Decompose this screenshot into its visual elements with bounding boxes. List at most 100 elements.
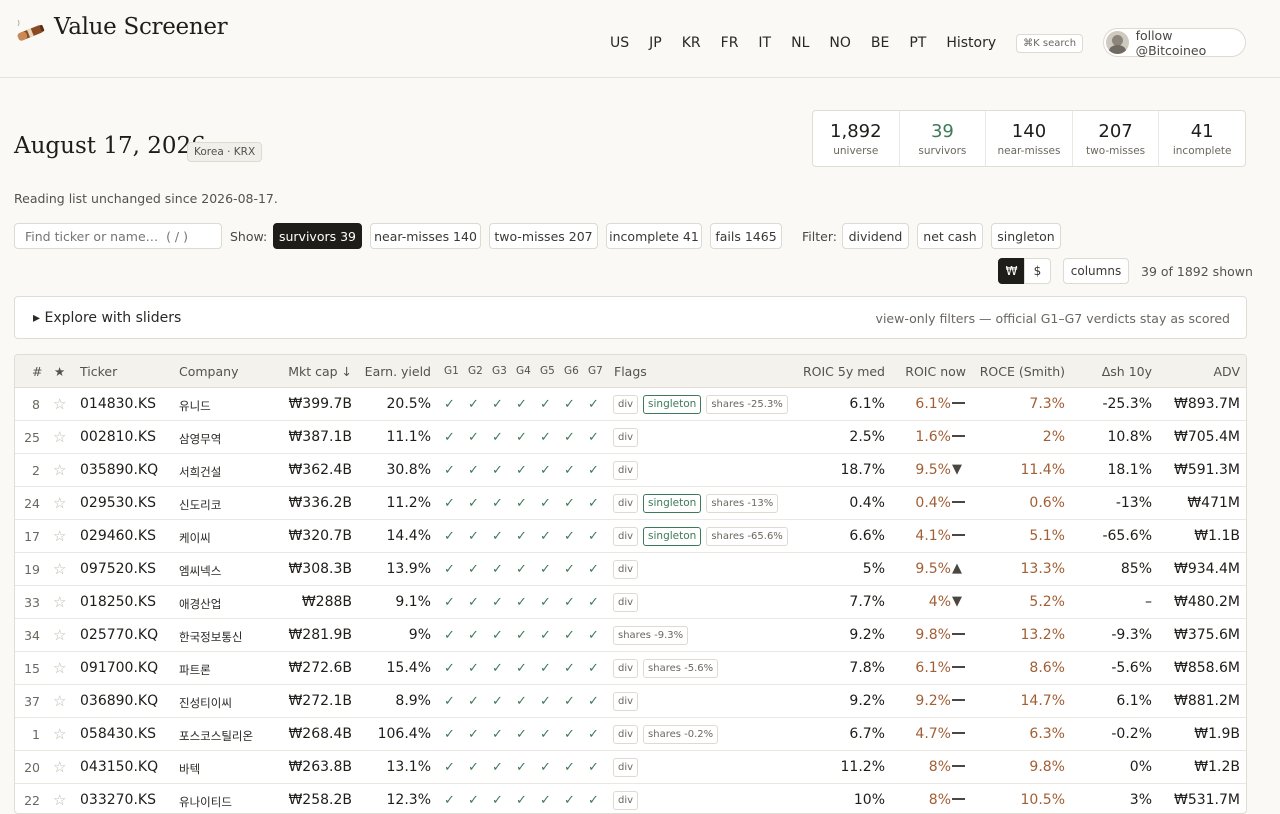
follow-button[interactable]: follow @Bitcoineo: [1103, 28, 1246, 58]
nav-be[interactable]: BE: [871, 35, 889, 51]
star-icon[interactable]: ☆: [53, 692, 66, 710]
col-g6[interactable]: G6: [564, 365, 579, 377]
filter-net-cash-chip[interactable]: net cash: [917, 223, 983, 249]
earn-yield-cell: 11.2%: [386, 495, 431, 511]
show-two-misses-chip[interactable]: two-misses 207: [489, 223, 598, 249]
check-icon: ✓: [564, 430, 575, 445]
brand-title[interactable]: Value Screener: [54, 14, 228, 40]
mktcap-cell: ₩268.4B: [288, 726, 352, 742]
col-rank[interactable]: #: [32, 364, 42, 379]
table-row[interactable]: 19 ☆ 097520.KS 엠씨넥스 ₩308.3B 13.9% ✓ ✓ ✓ ✓ ✓ ✓ ✓ div 5%…: [15, 553, 1246, 586]
ticker-cell[interactable]: 091700.KQ: [80, 660, 158, 676]
ticker-cell[interactable]: 033270.KS: [80, 792, 156, 808]
nav-history[interactable]: History: [946, 35, 996, 51]
search-shortcut-button[interactable]: ⌘K search: [1016, 33, 1084, 53]
show-incomplete-chip[interactable]: incomplete 41: [606, 223, 702, 249]
filter-singleton-chip[interactable]: singleton: [991, 223, 1061, 249]
star-icon[interactable]: ☆: [53, 626, 66, 644]
star-icon[interactable]: ☆: [53, 593, 66, 611]
ticker-cell[interactable]: 025770.KQ: [80, 627, 158, 643]
star-icon[interactable]: ☆: [53, 494, 66, 512]
nav-pt[interactable]: PT: [909, 35, 926, 51]
star-icon[interactable]: ☆: [53, 560, 66, 578]
star-icon[interactable]: ☆: [53, 725, 66, 743]
col-roic-now[interactable]: ROIC now: [905, 364, 966, 379]
rank-cell: 8: [32, 397, 40, 412]
explore-toggle[interactable]: ▸ Explore with sliders: [33, 310, 181, 326]
nav-no[interactable]: NO: [829, 35, 851, 51]
ticker-cell[interactable]: 058430.KS: [80, 726, 156, 742]
table-row[interactable]: 1 ☆ 058430.KS 포스코스틸리온 ₩268.4B 106.4% ✓ ✓ ✓ ✓ ✓ ✓ ✓ di…: [15, 718, 1246, 751]
col-ticker[interactable]: Ticker: [80, 364, 117, 379]
ticker-cell[interactable]: 097520.KS: [80, 561, 156, 577]
col-roic-5y[interactable]: ROIC 5y med: [803, 364, 885, 379]
col-g7[interactable]: G7: [588, 365, 603, 377]
ticker-cell[interactable]: 036890.KQ: [80, 693, 158, 709]
roce-cell: 9.8%: [1029, 759, 1065, 775]
col-adv[interactable]: ADV: [1213, 364, 1240, 379]
table-row[interactable]: 2 ☆ 035890.KQ 서희건설 ₩362.4B 30.8% ✓ ✓ ✓ ✓ ✓ ✓ ✓ div 18.…: [15, 454, 1246, 487]
col-earn-yield[interactable]: Earn. yield: [365, 364, 431, 379]
table-row[interactable]: 22 ☆ 033270.KS 유나이티드 ₩258.2B 12.3% ✓ ✓ ✓ ✓ ✓ ✓ ✓ div 1…: [15, 784, 1246, 813]
nav-it[interactable]: IT: [758, 35, 771, 51]
ticker-cell[interactable]: 035890.KQ: [80, 462, 158, 478]
show-fails-chip[interactable]: fails 1465: [710, 223, 782, 249]
col-roce[interactable]: ROCE (Smith): [980, 364, 1065, 379]
col-g5[interactable]: G5: [540, 365, 555, 377]
nav-jp[interactable]: JP: [649, 35, 662, 51]
col-g1[interactable]: G1: [444, 365, 459, 377]
show-near-misses-chip[interactable]: near-misses 140: [370, 223, 481, 249]
ticker-cell[interactable]: 029530.KS: [80, 495, 156, 511]
nav-nl[interactable]: NL: [791, 35, 809, 51]
flag-badge: div: [613, 725, 639, 744]
star-icon[interactable]: ☆: [53, 791, 66, 809]
star-icon[interactable]: ☆: [53, 758, 66, 776]
currency-usd-toggle[interactable]: $: [1024, 258, 1051, 284]
nav-fr[interactable]: FR: [721, 35, 739, 51]
explore-sliders-panel[interactable]: ▸ Explore with sliders view-only filters…: [14, 296, 1247, 339]
table-row[interactable]: 34 ☆ 025770.KQ 한국정보통신 ₩281.9B 9% ✓ ✓ ✓ ✓ ✓ ✓ ✓ shares…: [15, 619, 1246, 652]
check-icon: ✓: [492, 628, 503, 643]
currency-krw-toggle[interactable]: ₩: [998, 258, 1025, 284]
ticker-cell[interactable]: 002810.KS: [80, 429, 156, 445]
col-star[interactable]: ★: [54, 364, 65, 379]
col-company[interactable]: Company: [179, 364, 238, 379]
nav-us[interactable]: US: [610, 35, 629, 51]
screener-table: # ★ Ticker Company Mkt cap ↓ Earn. yield…: [14, 354, 1247, 814]
col-delta-shares[interactable]: Δsh 10y: [1102, 364, 1152, 379]
table-row[interactable]: 25 ☆ 002810.KS 삼영무역 ₩387.1B 11.1% ✓ ✓ ✓ ✓ ✓ ✓ ✓ div 2.…: [15, 421, 1246, 454]
table-row[interactable]: 15 ☆ 091700.KQ 파트론 ₩272.6B 15.4% ✓ ✓ ✓ ✓ ✓ ✓ ✓ div sha…: [15, 652, 1246, 685]
table-row[interactable]: 33 ☆ 018250.KS 애경산업 ₩288B 9.1% ✓ ✓ ✓ ✓ ✓ ✓ ✓ div 7.7% 4…: [15, 586, 1246, 619]
roic-5y-cell: 7.8%: [849, 660, 885, 676]
table-row[interactable]: 24 ☆ 029530.KS 신도리코 ₩336.2B 11.2% ✓ ✓ ✓ ✓ ✓ ✓ ✓ div si…: [15, 487, 1246, 520]
star-icon[interactable]: ☆: [53, 527, 66, 545]
col-g3[interactable]: G3: [492, 365, 507, 377]
table-row[interactable]: 37 ☆ 036890.KQ 진성티이씨 ₩272.1B 8.9% ✓ ✓ ✓ ✓ ✓ ✓ ✓ div 9.…: [15, 685, 1246, 718]
nav-kr[interactable]: KR: [682, 35, 701, 51]
col-g2[interactable]: G2: [468, 365, 483, 377]
star-icon[interactable]: ☆: [53, 461, 66, 479]
check-icon: ✓: [444, 430, 455, 445]
roic-now-cell: 6.1%: [915, 660, 951, 676]
show-survivors-chip[interactable]: survivors 39: [273, 223, 362, 249]
table-row[interactable]: 17 ☆ 029460.KS 케이씨 ₩320.7B 14.4% ✓ ✓ ✓ ✓ ✓ ✓ ✓ div sin…: [15, 520, 1246, 553]
filter-dividend-chip[interactable]: dividend: [842, 223, 909, 249]
columns-button[interactable]: columns: [1063, 258, 1129, 284]
col-flags[interactable]: Flags: [614, 364, 647, 379]
star-icon[interactable]: ☆: [53, 395, 66, 413]
check-icon: ✓: [468, 661, 479, 676]
ticker-cell[interactable]: 043150.KQ: [80, 759, 158, 775]
col-g4[interactable]: G4: [516, 365, 531, 377]
star-icon[interactable]: ☆: [53, 428, 66, 446]
search-input[interactable]: [14, 223, 222, 249]
table-row[interactable]: 8 ☆ 014830.KS 유니드 ₩399.7B 20.5% ✓ ✓ ✓ ✓ ✓ ✓ ✓ div sing…: [15, 388, 1246, 421]
table-header: # ★ Ticker Company Mkt cap ↓ Earn. yield…: [15, 355, 1246, 388]
ticker-cell[interactable]: 014830.KS: [80, 396, 156, 412]
ticker-cell[interactable]: 029460.KS: [80, 528, 156, 544]
col-mktcap[interactable]: Mkt cap ↓: [288, 364, 352, 379]
flag-badge: div: [613, 791, 639, 810]
check-icon: ✓: [516, 463, 527, 478]
ticker-cell[interactable]: 018250.KS: [80, 594, 156, 610]
star-icon[interactable]: ☆: [53, 659, 66, 677]
table-row[interactable]: 20 ☆ 043150.KQ 바텍 ₩263.8B 13.1% ✓ ✓ ✓ ✓ ✓ ✓ ✓ div 11.2…: [15, 751, 1246, 784]
